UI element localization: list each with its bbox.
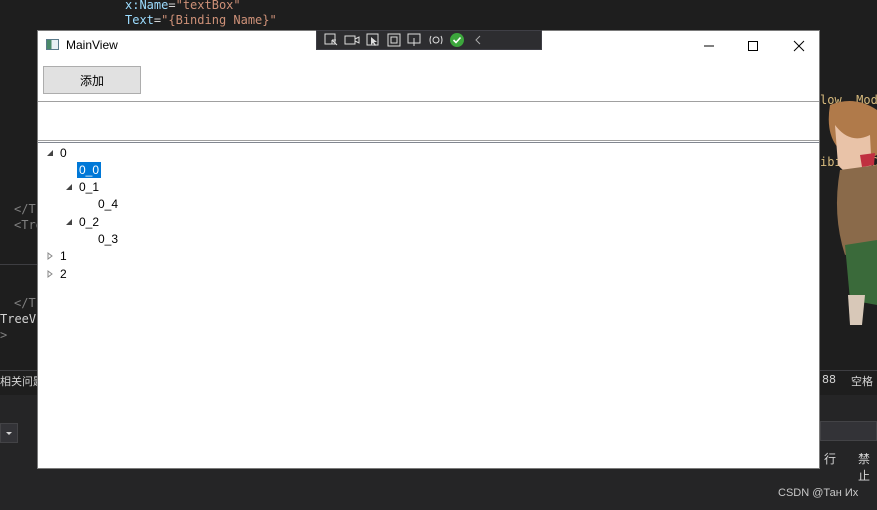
maximize-button[interactable]	[730, 31, 776, 61]
tree-node[interactable]: 0_4	[82, 196, 120, 213]
collapsed-triangle-icon[interactable]	[44, 268, 56, 280]
expanded-triangle-icon[interactable]	[63, 216, 75, 228]
tree-node[interactable]: 2	[44, 265, 69, 282]
tree-node[interactable]: 0_1	[63, 179, 101, 196]
tree-node[interactable]: 0_3	[82, 231, 120, 248]
tree-node-label[interactable]: 0	[58, 145, 69, 161]
status-number: 88	[822, 373, 836, 386]
close-button[interactable]	[776, 31, 822, 61]
tree-node-label[interactable]: 0_4	[96, 196, 120, 212]
code-frag-left-3: </T	[14, 296, 36, 310]
maximize-icon	[748, 41, 758, 51]
check-status-icon[interactable]	[449, 33, 465, 47]
code-line-1: x:Name="textBox"	[125, 0, 241, 12]
add-button[interactable]: 添加	[43, 66, 141, 94]
ide-divider	[0, 264, 37, 265]
select-element-icon[interactable]	[323, 33, 339, 47]
adorner-icon[interactable]	[407, 33, 423, 47]
dropdown-control[interactable]	[0, 423, 18, 443]
app-window-icon	[46, 39, 59, 50]
code-frag-left-5: >	[0, 328, 8, 342]
code-line-2: Text="{Binding Name}"	[125, 13, 277, 27]
tree-view[interactable]: 0 0_0 0_1 0_4 0_2 0_3 1 2	[38, 142, 819, 468]
expanded-triangle-icon[interactable]	[63, 181, 75, 193]
tree-node[interactable]: 1	[44, 248, 69, 265]
expanded-triangle-icon[interactable]	[44, 147, 56, 159]
panel-text-row: 行	[824, 452, 837, 466]
code-frag-left-1: </T	[14, 202, 36, 216]
frame-icon[interactable]	[386, 33, 402, 47]
collapsed-triangle-icon[interactable]	[44, 250, 56, 262]
chevron-down-icon	[6, 432, 12, 435]
tree-node-label[interactable]: 0_1	[77, 179, 101, 195]
character-illustration	[828, 101, 877, 325]
name-textbox[interactable]	[38, 101, 819, 141]
panel-input[interactable]	[820, 421, 877, 441]
tree-node-label[interactable]: 0_3	[96, 231, 120, 247]
hot-reload-icon[interactable]	[428, 33, 444, 47]
tree-node[interactable]: 0	[44, 144, 69, 161]
minimize-icon	[704, 45, 714, 47]
tree-node-label[interactable]: 1	[58, 248, 69, 264]
tree-node-label[interactable]: 2	[58, 266, 69, 282]
minimize-button[interactable]	[686, 31, 732, 61]
window-title: MainView	[66, 38, 118, 52]
panel-text-disable: 禁止	[858, 452, 871, 483]
close-icon	[793, 40, 805, 52]
status-spaces: 空格	[851, 375, 873, 388]
main-window: MainView 添加 0 0_0 0_1 0_4 0_2 0_3 1 2	[37, 30, 820, 469]
chevron-left-icon[interactable]	[470, 33, 486, 47]
watermark: CSDN @Тан Их	[778, 487, 859, 499]
video-icon[interactable]	[344, 33, 360, 47]
xaml-debug-toolbar	[316, 30, 542, 50]
tree-node-label[interactable]: 0_0	[77, 161, 102, 178]
tree-node[interactable]: 0_0	[63, 161, 102, 178]
tree-node[interactable]: 0_2	[63, 213, 101, 230]
pointer-select-icon[interactable]	[365, 33, 381, 47]
tree-node-label[interactable]: 0_2	[77, 214, 101, 230]
